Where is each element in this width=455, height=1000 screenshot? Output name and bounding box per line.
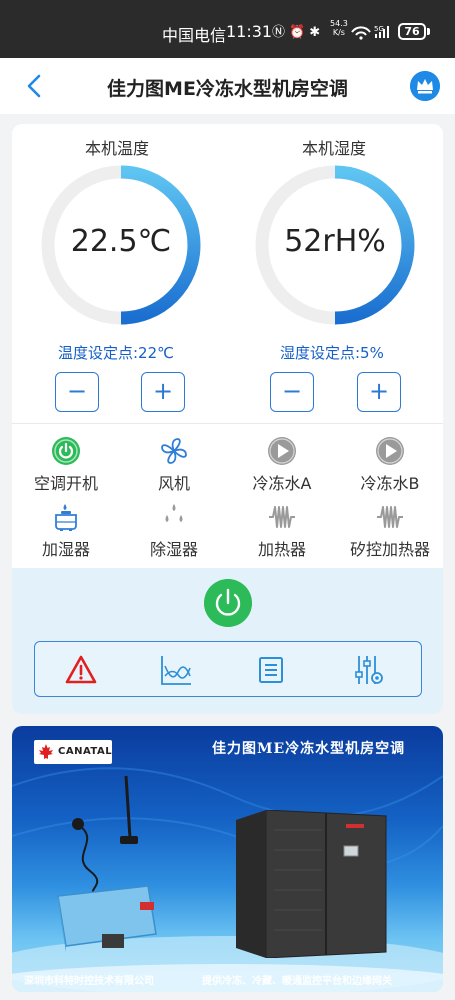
device-fan[interactable]: 风机	[124, 436, 224, 494]
promo-banner[interactable]: CANATAL 佳力图ME冷冻水型机房空调 深圳市科特时控技术有限公司 提供冷冻…	[12, 726, 443, 992]
power-on-icon	[52, 437, 80, 465]
humidity-title: 本机湿度	[302, 139, 367, 158]
action-panel	[12, 568, 443, 714]
trend-chart-icon[interactable]	[160, 654, 192, 686]
gateway-device-image	[57, 775, 157, 952]
temperature-value: 22.5℃	[70, 224, 172, 259]
device-scr-heater[interactable]: 矽控加热器	[340, 502, 440, 560]
device-humidifier[interactable]: 加湿器	[16, 502, 116, 560]
status-bar: 中国电信 11:31 Ⓝ⏰✱ 54.3 K/s 5G 76	[0, 0, 455, 58]
play-icon	[376, 437, 404, 465]
function-toolbar	[34, 641, 422, 697]
network-speed-value: 54.3	[330, 19, 348, 28]
back-arrow-icon[interactable]	[22, 72, 48, 100]
nfc-icon: Ⓝ	[272, 25, 290, 40]
network-speed-unit: K/s	[332, 28, 345, 37]
app-header: 佳力图ME冷冻水型机房空调	[0, 58, 455, 114]
device-label: 加湿器	[41, 540, 90, 559]
crown-icon[interactable]	[410, 71, 440, 101]
humidity-value: 52rH%	[284, 224, 386, 259]
device-dehumidifier[interactable]: 除湿器	[124, 502, 224, 560]
device-chilled-water-b[interactable]: 冷冻水B	[340, 436, 440, 494]
carrier-label: 中国电信	[162, 26, 227, 45]
divider	[12, 423, 443, 424]
temperature-setpoint: 温度设定点:22℃	[58, 344, 174, 362]
dehumidifier-icon	[165, 504, 183, 522]
play-icon	[268, 437, 296, 465]
heater-icon	[377, 506, 403, 528]
list-icon[interactable]	[255, 654, 287, 686]
clock: 11:31	[226, 22, 273, 41]
humidity-increase-button[interactable]: +	[357, 372, 401, 412]
device-heater[interactable]: 加热器	[232, 502, 332, 560]
settings-icon[interactable]	[353, 654, 385, 686]
temperature-decrease-button[interactable]: −	[55, 372, 99, 412]
alarm-icon[interactable]	[65, 654, 97, 686]
device-chilled-water-a[interactable]: 冷冻水A	[232, 436, 332, 494]
network-speed: 54.3 K/s	[330, 19, 348, 37]
svg-text:5G: 5G	[374, 25, 384, 33]
page-title: 佳力图ME冷冻水型机房空调	[107, 78, 348, 100]
humidity-decrease-button[interactable]: −	[270, 372, 314, 412]
device-label: 风机	[157, 474, 190, 493]
device-label: 除湿器	[149, 540, 198, 559]
company-name: 深圳市科特时控技术有限公司	[24, 976, 154, 987]
alarm-clock-icon: ⏰	[289, 25, 310, 40]
battery-indicator: 76	[398, 23, 426, 40]
signal-icon: 5G	[351, 25, 389, 40]
status-icons: Ⓝ⏰✱	[272, 21, 324, 40]
brand-name: CANATAL	[58, 746, 113, 757]
air-conditioner-image	[236, 810, 387, 958]
temperature-title: 本机温度	[85, 139, 150, 158]
device-label: 矽控加热器	[349, 540, 430, 559]
fan-icon	[161, 438, 187, 464]
heater-icon	[269, 506, 295, 528]
bluetooth-icon: ✱	[309, 25, 325, 40]
battery-tip	[427, 28, 430, 35]
power-button-icon[interactable]	[204, 579, 252, 627]
humidity-setpoint: 湿度设定点:5%	[280, 344, 384, 362]
humidifier-icon	[55, 504, 77, 531]
control-card: 本机温度 22.5℃ 温度设定点:22℃ − + 本机湿度 52rH% 湿度设定…	[12, 124, 443, 714]
device-ac-power[interactable]: 空调开机	[16, 436, 116, 494]
maple-leaf-icon	[39, 744, 53, 759]
temperature-increase-button[interactable]: +	[141, 372, 185, 412]
banner-slogan: 提供冷冻、冷藏、暖通监控平台和边缘网关	[202, 976, 392, 987]
device-label: 空调开机	[33, 474, 98, 493]
device-label: 冷冻水A	[252, 474, 312, 493]
device-label: 冷冻水B	[360, 474, 420, 493]
banner-title: 佳力图ME冷冻水型机房空调	[212, 741, 406, 757]
device-label: 加热器	[257, 540, 306, 559]
canatal-logo: CANATAL	[34, 740, 112, 764]
